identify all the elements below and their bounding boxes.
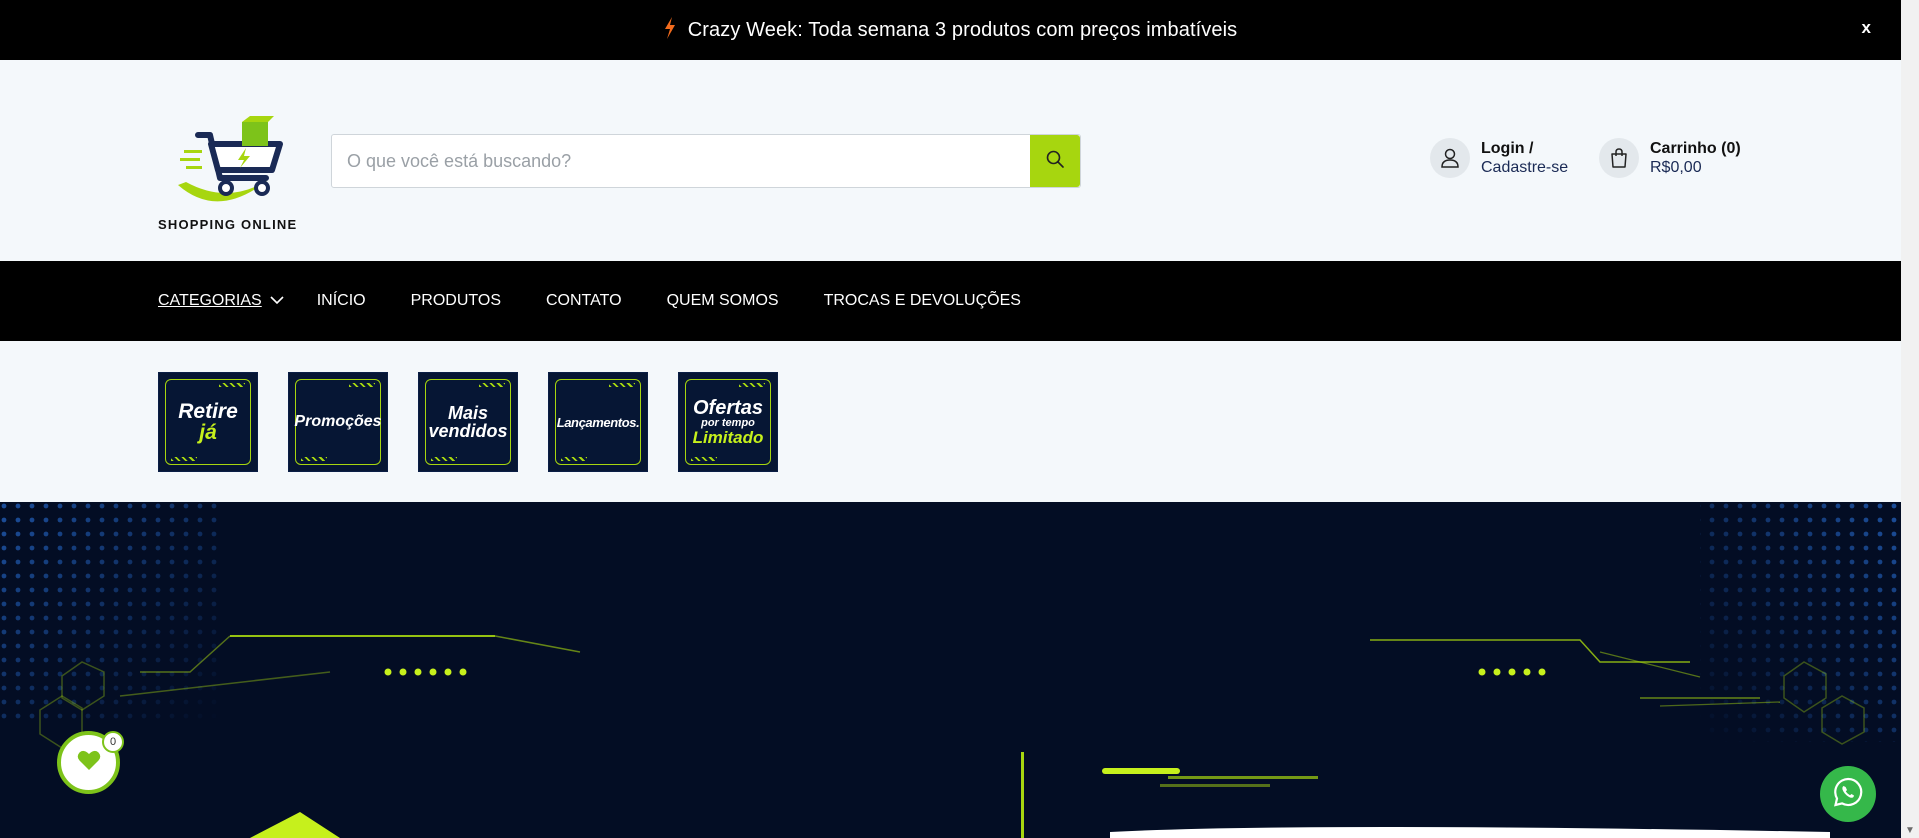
cart-label: Carrinho (0) xyxy=(1650,140,1741,157)
tile-label: Retire xyxy=(178,400,238,423)
nav-item-trocas[interactable]: TROCAS E DEVOLUÇÕES xyxy=(824,292,1021,310)
search-input[interactable] xyxy=(332,135,1030,187)
nav-item-quem-somos[interactable]: QUEM SOMOS xyxy=(667,292,779,310)
site-header: SHOPPING ONLINE Login / Cadastre-se Carr… xyxy=(0,60,1901,261)
wishlist-count-badge: 0 xyxy=(102,731,124,753)
tile-label: vendidos xyxy=(428,421,508,441)
tile-label: Lançamentos. xyxy=(556,414,640,430)
main-nav: CATEGORIAS INÍCIO PRODUTOS CONTATO QUEM … xyxy=(0,261,1901,341)
search-bar xyxy=(331,134,1081,188)
cart-link[interactable]: Carrinho (0) R$0,00 xyxy=(1599,138,1741,178)
nav-item-categorias[interactable]: CATEGORIAS xyxy=(158,292,284,310)
tile-lancamentos[interactable]: Lançamentos. xyxy=(548,372,648,472)
nav-item-inicio[interactable]: INÍCIO xyxy=(317,292,366,310)
tile-mais-vendidos[interactable]: Mais vendidos xyxy=(418,372,518,472)
shopping-bag-icon xyxy=(1599,138,1639,178)
tile-retire-ja[interactable]: Retire já xyxy=(158,372,258,472)
hero-decoration xyxy=(0,502,1901,838)
account-link[interactable]: Login / Cadastre-se xyxy=(1430,138,1568,178)
login-label: Login / xyxy=(1481,140,1534,157)
store-logo[interactable] xyxy=(158,110,318,230)
user-icon xyxy=(1430,138,1470,178)
lightning-icon xyxy=(664,17,676,43)
wishlist-button[interactable]: 0 xyxy=(57,731,124,794)
tile-ofertas[interactable]: Ofertas por tempo Limitado xyxy=(678,372,778,472)
announcement-bar: Crazy Week: Toda semana 3 produtos com p… xyxy=(0,0,1901,60)
tile-promocoes[interactable]: Promoções xyxy=(288,372,388,472)
tile-label: Promoções xyxy=(294,413,382,430)
search-button[interactable] xyxy=(1030,135,1080,187)
scroll-down-arrow-icon[interactable]: ▼ xyxy=(1905,825,1915,836)
tile-label: Mais xyxy=(447,403,489,423)
nav-item-produtos[interactable]: PRODUTOS xyxy=(411,292,501,310)
close-announcement-button[interactable]: x xyxy=(1862,18,1871,38)
heart-icon xyxy=(77,749,101,776)
nav-label: CATEGORIAS xyxy=(158,292,262,309)
whatsapp-icon xyxy=(1832,776,1864,813)
category-tiles: Retire já Promoções Mais vendidos Lançam… xyxy=(158,372,778,472)
tile-label: Ofertas xyxy=(692,397,764,419)
page-scrollbar[interactable]: ▼ xyxy=(1901,0,1919,838)
nav-item-contato[interactable]: CONTATO xyxy=(546,292,622,310)
announcement-text: Crazy Week: Toda semana 3 produtos com p… xyxy=(687,18,1238,41)
tile-label: Limitado xyxy=(692,428,764,447)
signup-label: Cadastre-se xyxy=(1481,159,1569,176)
whatsapp-button[interactable] xyxy=(1820,766,1876,822)
search-icon xyxy=(1045,149,1065,174)
hero-banner[interactable] xyxy=(0,502,1901,838)
cart-total: R$0,00 xyxy=(1650,159,1702,176)
tile-label: já xyxy=(199,421,217,444)
chevron-down-icon xyxy=(270,292,284,310)
logo-caption: SHOPPING ONLINE xyxy=(158,217,298,232)
